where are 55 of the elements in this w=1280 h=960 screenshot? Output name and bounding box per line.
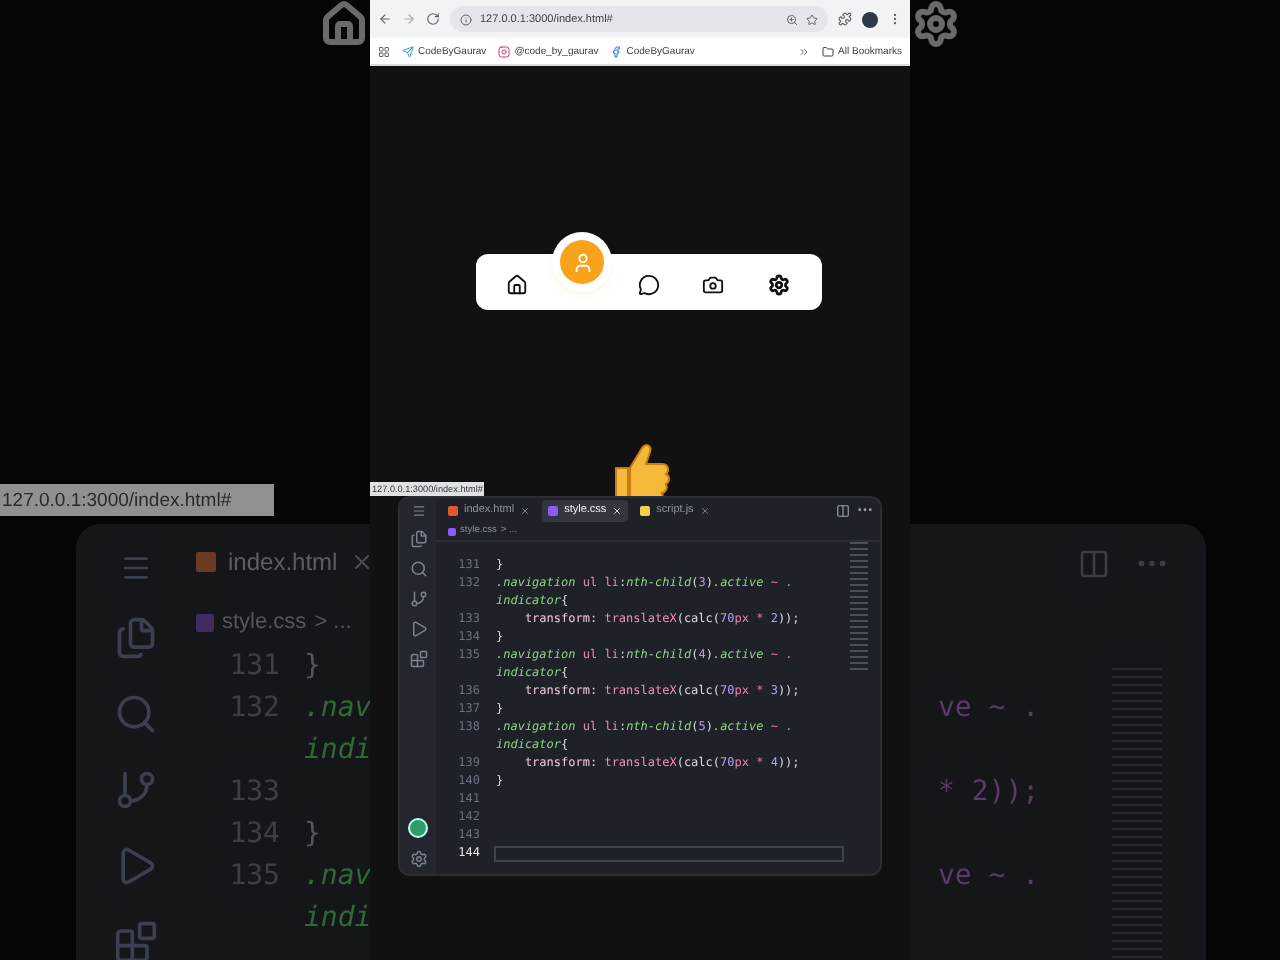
code-text: .nav: [304, 859, 372, 891]
blocks-icon[interactable]: [409, 650, 427, 668]
code-text: ve ~ .: [938, 859, 1040, 891]
file-icon: [448, 527, 456, 535]
zoom-icon[interactable]: [786, 13, 798, 25]
code-text: * 2));: [938, 775, 1040, 807]
apps-icon[interactable]: [378, 45, 390, 57]
code-text: .nav: [304, 691, 372, 723]
close-icon: [349, 550, 374, 574]
paper-plane-icon: [402, 45, 414, 57]
home-icon: [320, 0, 368, 48]
code-text: indi: [304, 901, 372, 933]
gear-icon: [768, 273, 790, 295]
search-icon: [114, 692, 158, 736]
file-icon: [196, 613, 214, 631]
home-icon: [506, 273, 528, 295]
gear-icon: [912, 0, 960, 48]
camera-logo-icon: [498, 45, 511, 57]
chat-bubble-icon: [637, 273, 659, 295]
breadcrumb-more: > ...: [314, 610, 352, 634]
file-icon: [196, 552, 216, 572]
puzzle-icon[interactable]: [838, 12, 852, 26]
info-icon[interactable]: [460, 13, 472, 25]
letter-f-icon: [610, 45, 623, 57]
split-icon[interactable]: [836, 503, 850, 517]
file-icon: [640, 505, 651, 515]
file-icon: [448, 505, 458, 515]
menu-icon[interactable]: [888, 12, 902, 26]
profile-avatar[interactable]: [862, 11, 878, 27]
account-avatar[interactable]: [410, 820, 426, 836]
code-text: }: [304, 817, 321, 849]
run-icon[interactable]: [409, 620, 427, 638]
branch-icon: [114, 768, 158, 812]
reload-icon[interactable]: [426, 12, 440, 26]
breadcrumb-file: style.css: [222, 610, 307, 634]
files-icon: [114, 616, 158, 660]
tab-label: index.html: [228, 548, 338, 576]
split-icon: [1078, 548, 1110, 580]
branch-icon[interactable]: [409, 590, 427, 608]
files-icon[interactable]: [409, 530, 427, 548]
url-chip: 127.0.0.1:3000/index.html#: [0, 484, 274, 516]
search-icon[interactable]: [409, 560, 427, 578]
code-text: ve ~ .: [938, 691, 1040, 723]
code-text: }: [304, 649, 321, 681]
blocks-icon: [114, 920, 158, 960]
menu-icon: [120, 552, 152, 584]
star-icon[interactable]: [806, 13, 818, 25]
code-text: indi: [304, 733, 372, 765]
user-icon: [571, 251, 594, 273]
menu-icon[interactable]: [411, 504, 425, 518]
folder-icon: [822, 45, 835, 57]
file-icon: [548, 505, 559, 515]
back-icon[interactable]: [378, 12, 392, 26]
settings-icon[interactable]: [409, 850, 427, 868]
camera-icon: [702, 273, 725, 295]
